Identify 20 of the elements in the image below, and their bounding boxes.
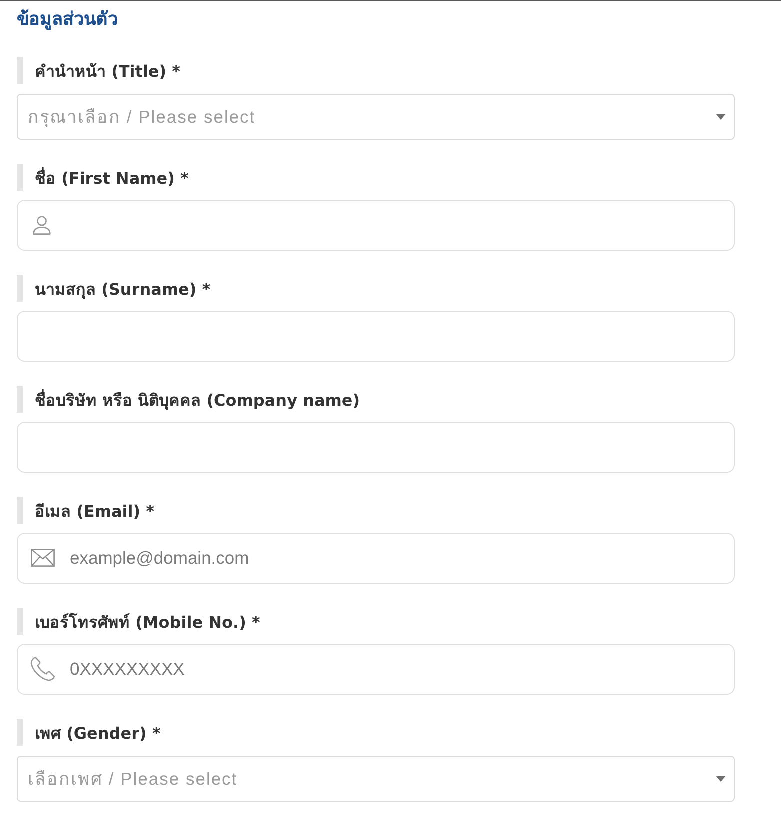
email-field[interactable]: example@domain.com bbox=[17, 533, 735, 584]
caret-icon bbox=[716, 776, 726, 782]
section-heading: ข้อมูลส่วนตัว bbox=[17, 8, 118, 32]
field-label: ชื่อ (First Name) * bbox=[17, 164, 189, 191]
field-label: เพศ (Gender) * bbox=[17, 719, 161, 746]
name-field[interactable] bbox=[17, 200, 735, 251]
field-label: นามสกุล (Surname) * bbox=[17, 275, 211, 302]
field-label: อีเมล (Email) * bbox=[17, 497, 154, 524]
caret-icon bbox=[716, 114, 726, 120]
field-label: คำนำหน้า (Title) * bbox=[17, 57, 181, 84]
field-label: ชื่อบริษัท หรือ นิติบุคคล (Company name) bbox=[17, 386, 360, 413]
field-label: เบอร์โทรศัพท์ (Mobile No.) * bbox=[17, 608, 260, 635]
phone-field[interactable]: 0XXXXXXXXX bbox=[17, 644, 735, 695]
dropdown-field[interactable]: กรุณาเลือก / Please select bbox=[17, 94, 735, 140]
phone-icon bbox=[30, 656, 56, 682]
person-icon bbox=[33, 216, 51, 235]
text-field[interactable] bbox=[17, 422, 735, 473]
dropdown-field[interactable]: เลือกเพศ / Please select bbox=[17, 756, 735, 802]
text-field[interactable] bbox=[17, 311, 735, 362]
envelope-icon bbox=[31, 549, 55, 567]
